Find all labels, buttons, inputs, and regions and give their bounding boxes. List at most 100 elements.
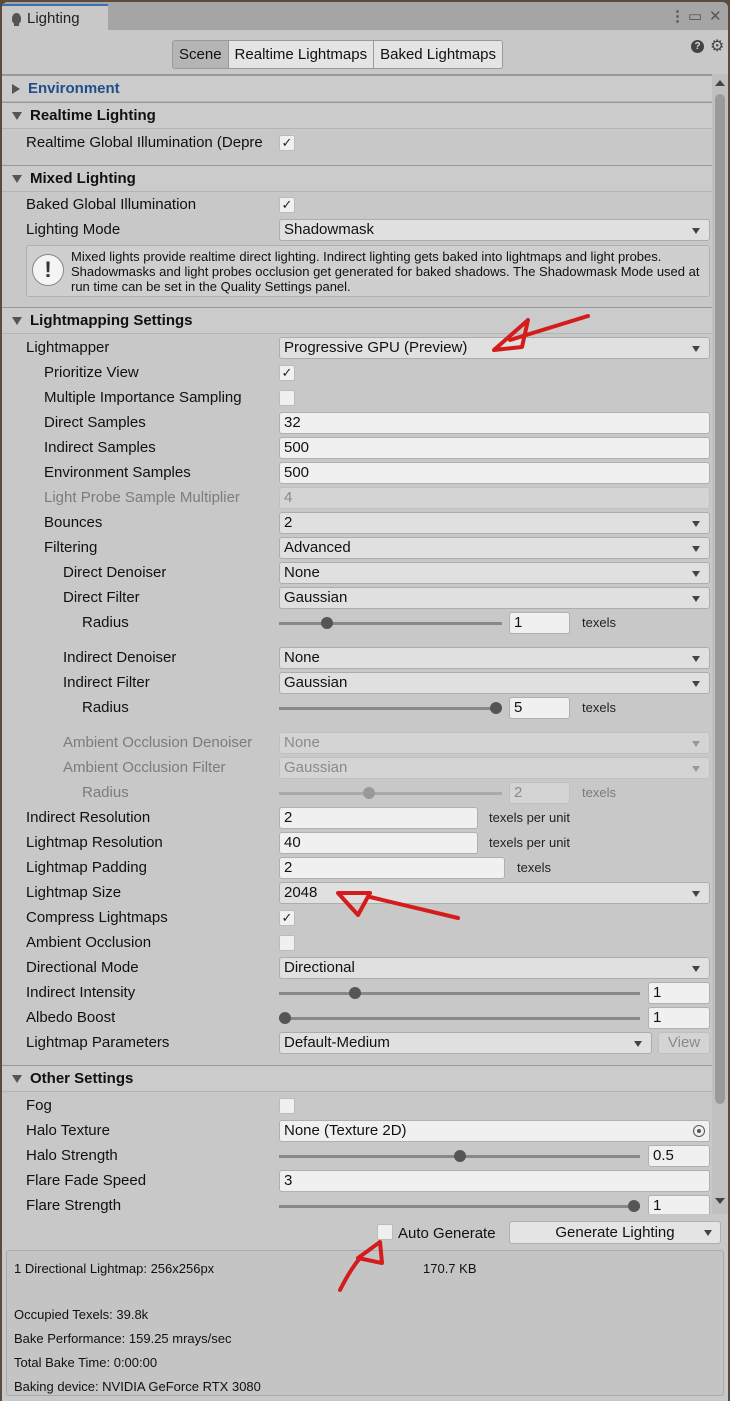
foldout-expanded-icon [12,111,22,120]
chevron-down-icon [692,346,700,352]
halo-strength-input[interactable]: 0.5 [648,1145,710,1167]
tab-scene[interactable]: Scene [173,41,229,68]
directional-mode-row: Directional Mode Directional [2,956,712,981]
slider-handle[interactable] [279,1012,291,1024]
indirect-radius-row: Radius 5 texels [2,696,712,721]
slider-handle[interactable] [490,702,502,714]
chevron-down-icon [634,1041,642,1047]
indirect-radius-input[interactable]: 5 [509,697,570,719]
ambient-occlusion-checkbox[interactable] [279,935,295,951]
scroll-thumb[interactable] [715,94,725,1104]
fog-row: Fog [2,1094,712,1119]
indirect-resolution-input[interactable]: 2 [279,807,478,829]
slider-handle[interactable] [321,617,334,629]
section-other-settings[interactable]: Other Settings [2,1065,712,1092]
indirect-intensity-input[interactable]: 1 [648,982,710,1004]
direct-radius-input[interactable]: 1 [509,612,570,634]
maximize-icon[interactable]: ▭ [688,7,702,25]
slider-handle[interactable] [628,1200,640,1212]
title-bar: Lighting ⋮ ▭ ✕ [2,2,728,30]
mis-checkbox[interactable] [279,390,295,406]
lightmap-padding-input[interactable]: 2 [279,857,505,879]
indirect-intensity-slider[interactable] [279,992,640,995]
scroll-down-arrow-icon[interactable] [715,1198,725,1204]
lightmapper-row: Lightmapper Progressive GPU (Preview) [2,336,712,361]
section-environment[interactable]: Environment [2,75,712,102]
realtime-gi-checkbox[interactable]: ✓ [279,135,295,151]
lightmap-parameters-dropdown[interactable]: Default-Medium [279,1032,652,1054]
dropdown-value: Gaussian [284,759,348,776]
flare-strength-slider[interactable] [279,1205,640,1208]
generate-lighting-button[interactable]: Generate Lighting [509,1221,721,1244]
tab-title: Lighting [27,9,80,27]
unit-label: texels per unit [489,810,570,825]
section-mixed-lighting[interactable]: Mixed Lighting [2,165,712,192]
section-realtime-lighting[interactable]: Realtime Lighting [2,102,712,129]
direct-denoiser-dropdown[interactable]: None [279,562,710,584]
environment-samples-input[interactable]: 500 [279,462,710,484]
chevron-down-icon[interactable] [704,1230,712,1236]
prioritize-view-checkbox[interactable]: ✓ [279,365,295,381]
direct-filter-dropdown[interactable]: Gaussian [279,587,710,609]
slider-handle[interactable] [348,987,361,999]
vertical-scrollbar[interactable] [712,74,728,1214]
section-lightmapping-settings[interactable]: Lightmapping Settings [2,307,712,334]
lighting-mode-dropdown[interactable]: Shadowmask [279,219,710,241]
auto-generate-checkbox[interactable] [377,1224,393,1240]
close-icon[interactable]: ✕ [709,7,722,25]
prioritize-view-row: Prioritize View ✓ [2,361,712,386]
chevron-down-icon [692,766,700,772]
bounces-dropdown[interactable]: 2 [279,512,710,534]
fog-checkbox[interactable] [279,1098,295,1114]
gear-icon[interactable]: ⚙ [710,36,724,56]
lightmap-size-dropdown[interactable]: 2048 [279,882,710,904]
lighting-tab[interactable]: Lighting [2,4,108,30]
indirect-radius-slider[interactable] [279,707,502,710]
foldout-expanded-icon [12,1074,22,1083]
albedo-boost-input[interactable]: 1 [648,1007,710,1029]
object-picker-icon[interactable] [693,1125,705,1137]
tab-baked-lightmaps[interactable]: Baked Lightmaps [374,41,503,68]
compress-lightmaps-checkbox[interactable]: ✓ [279,910,295,926]
scroll-up-arrow-icon[interactable] [715,80,725,86]
indirect-filter-dropdown[interactable]: Gaussian [279,672,710,694]
chevron-down-icon [692,891,700,897]
field-label: Lightmap Padding [26,859,147,876]
tab-realtime-lightmaps[interactable]: Realtime Lightmaps [228,41,375,68]
baking-device: Baking device: NVIDIA GeForce RTX 3080 [14,1379,261,1394]
chevron-down-icon [692,741,700,747]
halo-texture-field[interactable]: None (Texture 2D) [279,1120,710,1142]
albedo-boost-slider[interactable] [279,1017,640,1020]
section-title: Lightmapping Settings [30,312,193,329]
lightmapper-dropdown[interactable]: Progressive GPU (Preview) [279,337,710,359]
baked-gi-checkbox[interactable]: ✓ [279,197,295,213]
flare-fade-speed-input[interactable]: 3 [279,1170,710,1192]
direct-radius-slider[interactable] [279,622,502,625]
indirect-samples-input[interactable]: 500 [279,437,710,459]
more-icon[interactable]: ⋮ [670,7,685,25]
indirect-denoiser-row: Indirect Denoiser None [2,646,712,671]
dropdown-value: 2 [284,514,293,531]
filtering-dropdown[interactable]: Advanced [279,537,710,559]
flare-strength-input[interactable]: 1 [648,1195,710,1215]
chevron-down-icon [692,571,700,577]
lighting-mode-row: Lighting Mode Shadowmask [2,218,712,243]
field-label: Prioritize View [44,364,139,381]
indirect-filter-row: Indirect Filter Gaussian [2,671,712,696]
slider-handle[interactable] [453,1150,466,1162]
lightmap-info: 1 Directional Lightmap: 256x256px [14,1261,215,1276]
dropdown-value: None [284,649,320,666]
dropdown-value: None [284,734,320,751]
filtering-row: Filtering Advanced [2,536,712,561]
occupied-texels: Occupied Texels: 39.8k [14,1307,149,1322]
help-icon[interactable]: ? [691,40,704,53]
view-tabs: Scene Realtime Lightmaps Baked Lightmaps [172,40,504,69]
inspector-content: Environment Realtime Lighting Realtime G… [2,74,712,1215]
direct-samples-row: Direct Samples 32 [2,411,712,436]
field-label: Indirect Intensity [26,984,136,1001]
dropdown-value: None [284,564,320,581]
directional-mode-dropdown[interactable]: Directional [279,957,710,979]
lightmap-resolution-input[interactable]: 40 [279,832,478,854]
indirect-denoiser-dropdown[interactable]: None [279,647,710,669]
direct-samples-input[interactable]: 32 [279,412,710,434]
